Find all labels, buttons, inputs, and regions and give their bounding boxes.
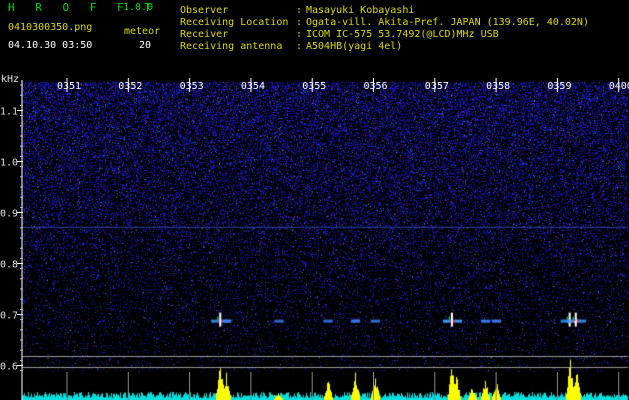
freq-tick-label: 0.6 [0, 362, 18, 373]
time-tick-label: 0354 [241, 81, 265, 92]
observer-label: Observer [180, 5, 229, 16]
freq-tick-label: 0.8 [0, 260, 18, 271]
time-tick-label: 0355 [302, 81, 326, 92]
file-name: 0410300350.png [8, 22, 93, 33]
time-tick-label: 0353 [180, 81, 204, 92]
freq-tick-label: 0.7 [0, 311, 18, 322]
separator: : [296, 29, 303, 40]
antenna-label: Receiving antenna [180, 41, 283, 52]
header: H R O F F T 1.0.0 0410300350.png 04.10.3… [0, 0, 629, 72]
freq-tick-label: 1.1 [0, 107, 18, 118]
time-tick-label: 0400 [609, 81, 629, 92]
observer-value: Masayuki Kobayashi [306, 5, 415, 16]
location-value: Ogata-vill. Akita-Pref. JAPAN (139.96E, … [306, 17, 589, 28]
receiver-value: ICOM IC-575 53.7492(@LCD)MHz USB [306, 29, 499, 40]
time-tick-label: 0356 [364, 81, 388, 92]
time-tick-label: 0358 [486, 81, 510, 92]
freq-tick-label: 1.0 [0, 158, 18, 169]
app-version: 1.0.0 [123, 2, 154, 13]
freq-tick-label: 0.9 [0, 209, 18, 220]
location-label: Receiving Location [180, 17, 289, 28]
time-tick-label: 0357 [425, 81, 449, 92]
timestamp: 04.10.30 03:50 [8, 40, 93, 51]
meteor-count: 20 [139, 40, 152, 51]
antenna-value: A504HB(yagi 4el) [306, 41, 403, 52]
separator: : [296, 41, 303, 52]
time-tick-label: 0352 [118, 81, 142, 92]
separator: : [296, 17, 303, 28]
spectrogram-axes: 0351 0352 0353 0354 0355 0356 0357 0358 0359 0400… [0, 78, 629, 400]
meteor-label: meteor [124, 26, 161, 37]
axis-unit: kHz [1, 74, 20, 85]
time-tick-label: 0351 [57, 81, 81, 92]
receiver-label: Receiver [180, 29, 229, 40]
separator: : [296, 5, 303, 16]
time-tick-label: 0359 [547, 81, 571, 92]
